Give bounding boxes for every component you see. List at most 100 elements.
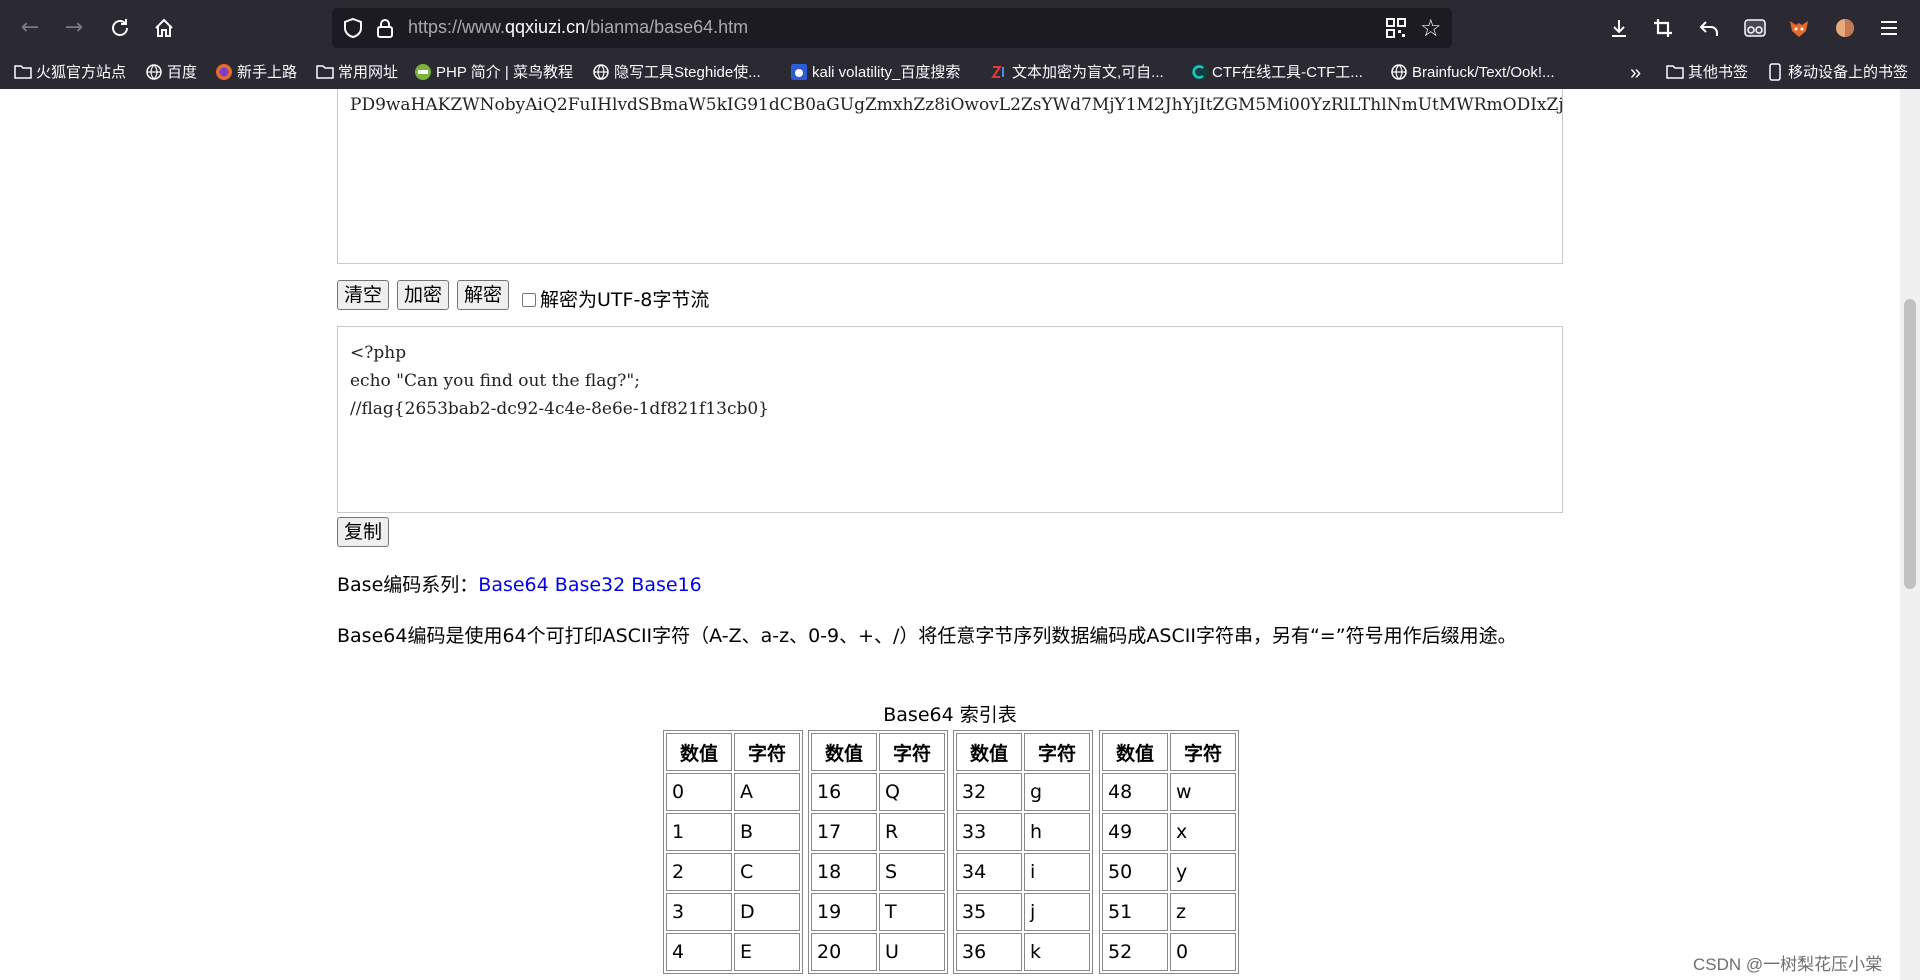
table-row: 18 S xyxy=(811,853,945,891)
utf8-checkbox[interactable] xyxy=(522,293,536,307)
table-row: 2C xyxy=(666,853,800,891)
clear-button[interactable]: 清空 xyxy=(337,280,390,310)
bookmark-item[interactable]: 移动设备上的书签 xyxy=(1766,62,1908,84)
char-cell: w xyxy=(1170,773,1236,811)
char-cell: S xyxy=(879,853,945,891)
index-table-column-group: 数值 字符 0 A 1 B 2 C 3 D 4 E xyxy=(663,730,803,974)
char-cell: C xyxy=(734,853,800,891)
qr-code-icon[interactable] xyxy=(1386,18,1406,38)
table-row: 16 Q xyxy=(811,773,945,811)
decoded-output-textarea[interactable]: <?php echo "Can you find out the flag?"; /… xyxy=(337,326,1563,513)
output-line: echo "Can you find out the flag?"; xyxy=(350,371,640,391)
bookmark-item[interactable]: PHP 简介 | 菜鸟教程 xyxy=(414,62,573,84)
value-header: 数值 xyxy=(1102,733,1168,771)
utf8-checkbox-label: 解密为UTF-8字节流 xyxy=(540,289,710,311)
value-cell: 50 xyxy=(1102,853,1168,891)
browser-chrome: ← → https://www.qqxiuzi.cn/bianma/base64… xyxy=(0,0,1920,89)
table-row: 50 y xyxy=(1102,853,1236,891)
utf8-option[interactable]: 解密为UTF-8字节流 xyxy=(522,285,709,315)
base16-link[interactable]: Base16 xyxy=(631,574,701,596)
url-prefix: https://www. xyxy=(408,17,506,37)
bookmark-label: kali volatility_百度搜索 xyxy=(812,64,961,81)
table-row: 33 h xyxy=(956,813,1090,851)
char-header: 字符 xyxy=(1024,733,1090,771)
extension-fox-icon[interactable] xyxy=(1784,13,1814,43)
copy-button[interactable]: 复制 xyxy=(337,517,390,547)
bookmark-item[interactable]: CTF在线工具-CTF工... xyxy=(1190,62,1363,84)
table-row: 48 w xyxy=(1102,773,1236,811)
lock-icon[interactable] xyxy=(374,17,396,39)
table-row: 34 i xyxy=(956,853,1090,891)
bookmark-item[interactable]: 其他书签 xyxy=(1666,62,1748,84)
reload-button[interactable] xyxy=(104,12,136,44)
char-header: 字符 xyxy=(734,733,800,771)
base64-link[interactable]: Base64 xyxy=(478,574,548,596)
char-cell: U xyxy=(879,933,945,971)
value-header: 数值 xyxy=(956,733,1022,771)
encode-button[interactable]: 加密 xyxy=(397,280,450,310)
bookmark-label: 百度 xyxy=(167,64,198,81)
bookmark-item[interactable]: 新手上路 xyxy=(215,62,297,84)
scrollbar-thumb[interactable] xyxy=(1904,299,1916,589)
table-header-row: 数值 字符 xyxy=(811,733,945,771)
undo-arrow-icon[interactable] xyxy=(1694,13,1724,43)
base64-input-textarea[interactable]: PD9waHAKZWNobyAiQ2FuIHlvdSBmaW5kIG91dCB0… xyxy=(337,89,1563,264)
value-cell: 20 xyxy=(811,933,877,971)
series-label: Base编码系列： xyxy=(337,574,479,596)
value-cell: 36 xyxy=(956,933,1022,971)
url-text[interactable]: https://www.qqxiuzi.cn/bianma/base64.htm xyxy=(408,17,748,38)
bookmark-label: 文本加密为盲文,可自... xyxy=(1012,64,1164,81)
char-cell: j xyxy=(1024,893,1090,931)
index-table-column-group: 数值 字符 16 Q 17 R 18 S 19 T 20 U xyxy=(808,730,948,974)
reload-icon xyxy=(112,19,128,36)
tracking-shield-icon[interactable] xyxy=(342,17,364,39)
table-row: 32 g xyxy=(956,773,1090,811)
bookmark-item[interactable]: 常用网址 xyxy=(316,62,398,84)
index-table-caption: Base64 索引表 xyxy=(883,704,1017,726)
value-cell: 35 xyxy=(956,893,1022,931)
bookmark-item[interactable]: 百度 xyxy=(145,62,197,84)
decode-button[interactable]: 解密 xyxy=(457,280,510,310)
menu-hamburger-icon[interactable] xyxy=(1874,13,1904,43)
value-cell: 2 xyxy=(666,853,732,891)
value-cell: 51 xyxy=(1102,893,1168,931)
value-cell: 34 xyxy=(956,853,1022,891)
bookmark-label: 常用网址 xyxy=(338,64,399,81)
back-button[interactable]: ← xyxy=(14,12,46,44)
value-cell: 3 xyxy=(666,893,732,931)
index-table-column-group: 数值 字符 48 w 49 x 50 y 51 z 52 0 xyxy=(1099,730,1239,974)
bookmark-item[interactable]: 文本加密为盲文,可自... xyxy=(990,62,1164,84)
char-cell: i xyxy=(1024,853,1090,891)
value-cell: 4 xyxy=(666,933,732,971)
bookmark-item[interactable]: 火狐官方站点 xyxy=(14,62,126,84)
downloads-icon[interactable] xyxy=(1604,13,1634,43)
bookmark-item[interactable]: Brainfuck/Text/Ook!... xyxy=(1390,62,1555,84)
csdn-watermark: CSDN @一树梨花压小棠 xyxy=(1693,955,1883,974)
base32-link[interactable]: Base32 xyxy=(555,574,625,596)
char-cell: z xyxy=(1170,893,1236,931)
bookmark-item[interactable]: 隐写工具Steghide使... xyxy=(592,62,761,84)
url-bar[interactable]: https://www.qqxiuzi.cn/bianma/base64.htm… xyxy=(332,8,1452,48)
bookmark-label: 隐写工具Steghide使... xyxy=(614,64,761,81)
screenshot-crop-icon[interactable] xyxy=(1648,13,1678,43)
globe-icon xyxy=(146,64,162,80)
bookmark-item[interactable]: kali volatility_百度搜索 xyxy=(790,62,960,84)
home-button[interactable] xyxy=(148,12,180,44)
extension-glasses-icon[interactable] xyxy=(1740,13,1770,43)
bookmarks-toolbar: 火狐官方站点 百度 新手上路 常用网址 PHP 简介 | 菜鸟教程 隐写工具St… xyxy=(0,56,1920,89)
bookmark-label: 移动设备上的书签 xyxy=(1788,64,1909,81)
folder-icon xyxy=(14,65,32,79)
char-cell: T xyxy=(879,893,945,931)
account-avatar-icon[interactable] xyxy=(1830,13,1860,43)
table-row: 1B xyxy=(666,813,800,851)
forward-button[interactable]: → xyxy=(58,12,90,44)
firefox-icon xyxy=(216,64,232,80)
index-table-column-group: 数值 字符 32 g 33 h 34 i 35 j 36 k xyxy=(953,730,1093,974)
base64-description: Base64编码是使用64个可打印ASCII字符（A-Z、a-z、0-9、+、/… xyxy=(337,625,1517,647)
bookmarks-overflow-chevron-icon[interactable]: » xyxy=(1630,62,1641,84)
value-cell: 19 xyxy=(811,893,877,931)
table-row: 3D xyxy=(666,893,800,931)
table-row: 52 0 xyxy=(1102,933,1236,971)
bookmark-star-icon[interactable]: ☆ xyxy=(1420,14,1442,42)
page-scrollbar[interactable] xyxy=(1900,89,1920,980)
